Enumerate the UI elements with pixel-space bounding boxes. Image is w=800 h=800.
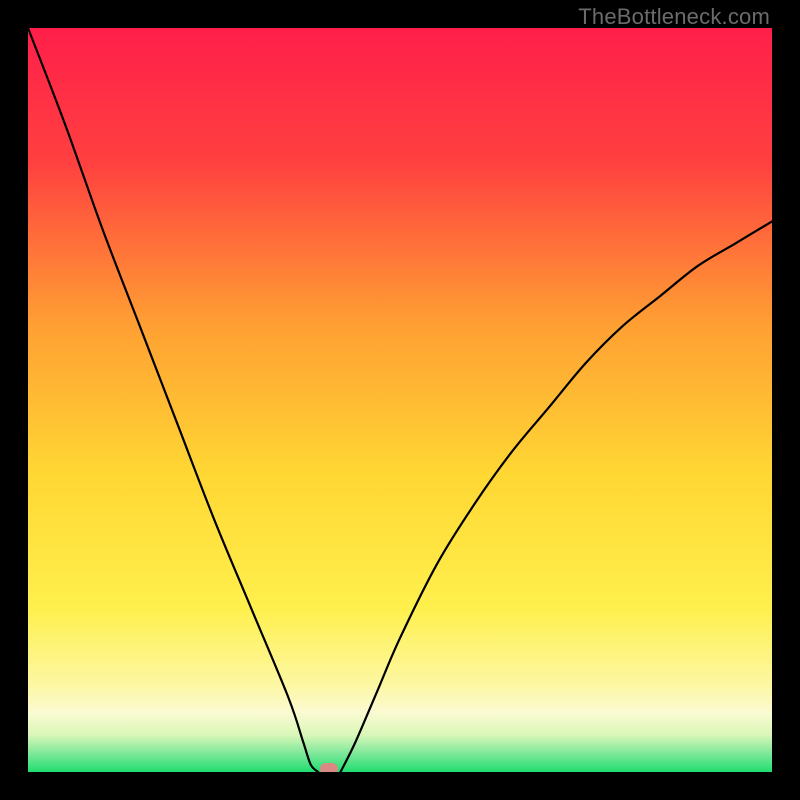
minimum-marker	[320, 763, 338, 772]
plot-area	[28, 28, 772, 772]
curve-layer	[28, 28, 772, 772]
watermark-text: TheBottleneck.com	[578, 4, 770, 30]
curve-left-branch	[28, 28, 318, 772]
curve-right-branch	[340, 221, 772, 772]
chart-frame: TheBottleneck.com	[0, 0, 800, 800]
